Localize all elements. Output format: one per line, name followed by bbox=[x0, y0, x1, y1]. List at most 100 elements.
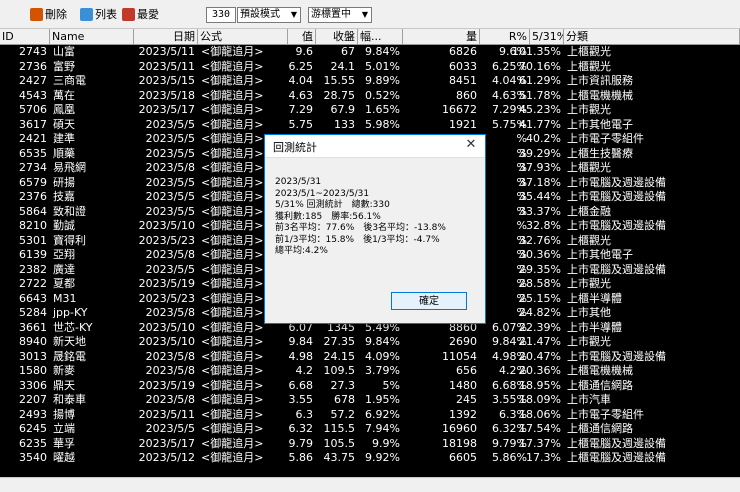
mode-select[interactable]: 預設模式 ▼ bbox=[237, 7, 301, 23]
cell-name: 致和證 bbox=[53, 204, 86, 218]
cell-531-pct: 21.47% bbox=[519, 335, 561, 348]
table-row[interactable]: 3617 碩天 2023/5/5 <御龍追月> 5.75 133 5.98% 1921 5.75… bbox=[0, 118, 740, 133]
cell-id: 5706 bbox=[19, 103, 47, 116]
table-row[interactable]: 2736 富野 2023/5/11 <御龍追月> 6.25 24.1 5.01% 6033 6.… bbox=[0, 60, 740, 75]
cell-name: 碩天 bbox=[53, 117, 75, 131]
cell-id: 3013 bbox=[19, 349, 47, 363]
cell-id: 3540 bbox=[19, 451, 47, 464]
cell-id: 2743 bbox=[19, 45, 47, 58]
cell-name: 立端 bbox=[53, 422, 75, 435]
cell-id: 5864 bbox=[19, 204, 47, 218]
header-name[interactable]: Name bbox=[50, 29, 134, 44]
table-row[interactable]: 2743 山富 2023/5/11 <御龍追月> 9.6 67 9.84% 6826 9.6% 1… bbox=[0, 45, 740, 60]
cell-531-pct: 17.54% bbox=[519, 422, 561, 435]
table-row[interactable]: 2427 三商電 2023/5/15 <御龍追月> 4.04 15.55 9.89% 8451… bbox=[0, 74, 740, 89]
favorite-button[interactable]: 最愛 bbox=[122, 6, 159, 22]
cell-formula: <御龍追月> bbox=[201, 349, 264, 363]
delete-button[interactable]: 刪除 bbox=[30, 6, 67, 22]
header-formula[interactable]: 公式 bbox=[198, 29, 288, 44]
count-input[interactable]: 330 bbox=[206, 7, 236, 23]
header-531-pct[interactable]: 5/31% bbox=[530, 29, 564, 44]
cell-id: 5284 bbox=[19, 306, 47, 319]
cell-category: 上市電腦及週邊設備 bbox=[567, 219, 666, 232]
cell-category: 上櫃電機機械 bbox=[567, 364, 633, 377]
list-button[interactable]: 列表 bbox=[80, 6, 117, 22]
cell-category: 上櫃電機機械 bbox=[567, 88, 633, 102]
header-volume[interactable]: 量 bbox=[403, 29, 480, 44]
table-row[interactable]: 1580 新麥 2023/5/8 <御龍追月> 4.2 109.5 3.79% 656 4.2%… bbox=[0, 364, 740, 379]
cell-close: 133 bbox=[334, 117, 355, 131]
cell-id: 2427 bbox=[19, 74, 47, 87]
cell-id: 8940 bbox=[19, 335, 47, 348]
header-close[interactable]: 收盤 bbox=[316, 29, 358, 44]
header-category[interactable]: 分類 bbox=[564, 29, 740, 44]
header-r-pct[interactable]: R% bbox=[480, 29, 530, 44]
table-row[interactable]: 6235 華孚 2023/5/17 <御龍追月> 9.79 105.5 9.9% 18198 9… bbox=[0, 437, 740, 452]
cell-formula: <御龍追月> bbox=[201, 335, 264, 348]
header-date[interactable]: 日期 bbox=[134, 29, 198, 44]
cell-name: 夏都 bbox=[53, 277, 75, 290]
cell-category: 上櫃觀光 bbox=[567, 161, 611, 174]
cell-531-pct: 18.06% bbox=[519, 407, 561, 421]
cell-volume: 11054 bbox=[442, 349, 477, 363]
cell-category: 上櫃觀光 bbox=[567, 59, 611, 73]
cell-date: 2023/5/17 bbox=[138, 103, 195, 116]
table-row[interactable]: 2493 揚博 2023/5/11 <御龍追月> 6.3 57.2 6.92% 1392 6.3… bbox=[0, 408, 740, 423]
cell-name: 世芯-KY bbox=[53, 320, 93, 334]
table-row[interactable]: 2207 和泰車 2023/5/8 <御龍追月> 3.55 678 1.95% 245 3.55… bbox=[0, 393, 740, 408]
delete-label: 刪除 bbox=[45, 8, 67, 21]
header-change[interactable]: 幅... bbox=[358, 29, 403, 44]
cell-id: 3661 bbox=[19, 320, 47, 334]
cell-formula: <御龍追月> bbox=[201, 103, 264, 116]
cell-volume: 6033 bbox=[449, 59, 477, 73]
cell-category: 上市資訊服務 bbox=[567, 74, 633, 87]
cell-volume: 6826 bbox=[449, 45, 477, 58]
cell-date: 2023/5/8 bbox=[145, 364, 195, 377]
header-id[interactable]: ID bbox=[0, 29, 50, 44]
cursor-select[interactable]: 游標置中 ▼ bbox=[308, 7, 372, 23]
cell-value: 3.55 bbox=[288, 393, 314, 406]
close-icon[interactable]: ✕ bbox=[463, 137, 479, 152]
cell-id: 3306 bbox=[19, 378, 47, 392]
cell-change: 1.65% bbox=[365, 103, 400, 116]
cell-category: 上市電腦及週邊設備 bbox=[567, 175, 666, 189]
cell-category: 上市汽車 bbox=[567, 393, 611, 406]
dialog-titlebar: 回測統計 ✕ bbox=[265, 135, 485, 158]
cell-id: 2734 bbox=[19, 161, 47, 174]
cell-531-pct: 20.36% bbox=[519, 364, 561, 377]
cell-date: 2023/5/8 bbox=[145, 349, 195, 363]
table-row[interactable]: 5706 鳳凰 2023/5/17 <御龍追月> 7.29 67.9 1.65% 16672 7… bbox=[0, 103, 740, 118]
cell-name: 三商電 bbox=[53, 74, 86, 87]
cell-value: 4.04 bbox=[288, 74, 314, 87]
ok-button[interactable]: 確定 bbox=[391, 292, 467, 310]
table-row[interactable]: 4543 萬在 2023/5/18 <御龍追月> 4.63 28.75 0.52% 860 4.… bbox=[0, 89, 740, 104]
cell-volume: 6605 bbox=[449, 451, 477, 464]
table-row[interactable]: 6245 立端 2023/5/5 <御龍追月> 6.32 115.5 7.94% 16960 6… bbox=[0, 422, 740, 437]
table-row[interactable]: 3013 晟銘電 2023/5/8 <御龍追月> 4.98 24.15 4.09% 11054… bbox=[0, 350, 740, 365]
cell-id: 6535 bbox=[19, 146, 47, 160]
cell-close: 15.55 bbox=[323, 74, 356, 87]
cell-category: 上市電腦及週邊設備 bbox=[567, 349, 666, 363]
delete-icon bbox=[30, 7, 43, 21]
cell-category: 上櫃通信網路 bbox=[567, 422, 633, 435]
header-value[interactable]: 值 bbox=[288, 29, 316, 44]
cell-volume: 18198 bbox=[442, 436, 477, 450]
dialog-body: 2023/5/31 2023/5/1~2023/5/31 5/31% 回測統計 總數… bbox=[275, 177, 446, 258]
cell-name: 鳳凰 bbox=[53, 103, 75, 116]
cell-date: 2023/5/12 bbox=[138, 451, 195, 464]
cell-id: 2722 bbox=[19, 277, 47, 290]
cell-close: 67 bbox=[341, 45, 355, 58]
cell-category: 上市其他電子 bbox=[567, 117, 633, 131]
chevron-down-icon: ▼ bbox=[290, 10, 298, 19]
table-row[interactable]: 8940 新天地 2023/5/10 <御龍追月> 9.84 27.35 9.84% 2690… bbox=[0, 335, 740, 350]
cell-531-pct: 24.82% bbox=[519, 306, 561, 319]
status-bar bbox=[0, 477, 740, 492]
cell-change: 5.98% bbox=[365, 117, 400, 131]
cell-name: 山富 bbox=[53, 45, 75, 58]
table-row[interactable]: 3540 曜越 2023/5/12 <御龍追月> 5.86 43.75 9.92% 6605 5… bbox=[0, 451, 740, 466]
cell-id: 3617 bbox=[19, 117, 47, 131]
table-row[interactable]: 3306 鼎天 2023/5/19 <御龍追月> 6.68 27.3 5% 1480 6.68%… bbox=[0, 379, 740, 394]
cell-531-pct: 20.47% bbox=[519, 349, 561, 363]
cell-formula: <御龍追月> bbox=[201, 378, 264, 392]
cell-volume: 1921 bbox=[449, 117, 477, 131]
